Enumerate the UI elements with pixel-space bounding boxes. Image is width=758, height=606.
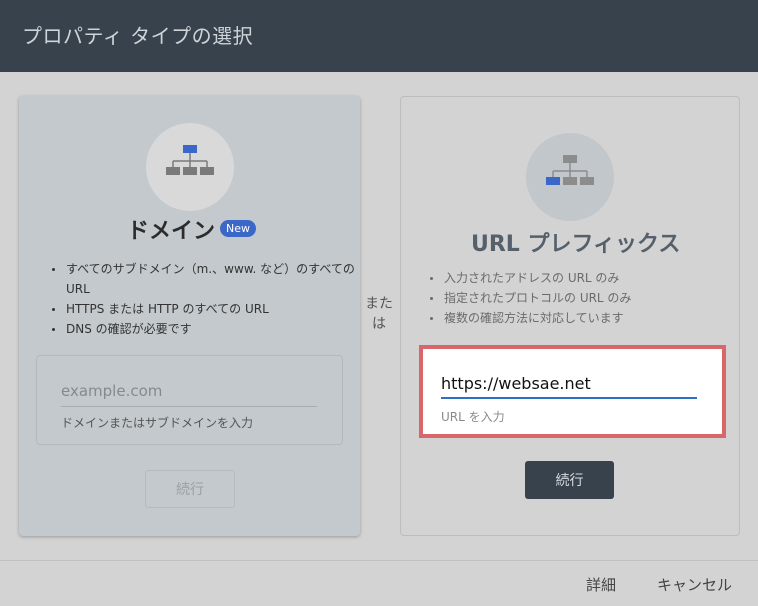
domain-card[interactable]: ドメイン New すべてのサブドメイン（m.、www. など）のすべての URL… [19, 96, 360, 536]
domain-input[interactable] [61, 378, 317, 407]
url-input-box: URL を入力 [419, 345, 726, 438]
list-item: すべてのサブドメイン（m.、www. など）のすべての URL [52, 259, 366, 299]
or-separator-line1: また [365, 296, 393, 312]
or-separator-line2: は [372, 316, 386, 332]
domain-feature-list: すべてのサブドメイン（m.、www. など）のすべての URL HTTPS また… [52, 259, 366, 339]
url-sitemap-icon [526, 133, 614, 221]
url-continue-button[interactable]: 続行 [525, 461, 614, 499]
cancel-button[interactable]: キャンセル [657, 574, 732, 595]
details-button[interactable]: 詳細 [586, 574, 616, 595]
dialog-title: プロパティ タイプの選択 [22, 24, 254, 48]
property-type-dialog: プロパティ タイプの選択 ドメイン New すべてのサブドメイン（m.、www.… [0, 0, 758, 606]
url-feature-list: 入力されたアドレスの URL のみ 指定されたプロトコルの URL のみ 複数の… [430, 268, 744, 328]
list-item: DNS の確認が必要です [52, 319, 366, 339]
domain-continue-button[interactable]: 続行 [145, 470, 235, 508]
url-input[interactable] [441, 371, 697, 399]
list-item: 指定されたプロトコルの URL のみ [430, 288, 744, 308]
url-prefix-card-title: URL プレフィックス [471, 232, 681, 257]
domain-card-title: ドメイン [127, 219, 216, 244]
dialog-header: プロパティ タイプの選択 [0, 0, 758, 72]
or-separator: また は [364, 294, 394, 334]
new-badge: New [220, 220, 256, 237]
domain-sitemap-icon [146, 123, 234, 211]
domain-input-helper: ドメインまたはサブドメインを入力 [61, 416, 254, 430]
list-item: HTTPS または HTTP のすべての URL [52, 299, 366, 319]
domain-input-box: ドメインまたはサブドメインを入力 [36, 355, 343, 445]
url-input-helper: URL を入力 [441, 410, 505, 424]
list-item: 複数の確認方法に対応しています [430, 308, 744, 328]
footer-divider [0, 560, 758, 561]
list-item: 入力されたアドレスの URL のみ [430, 268, 744, 288]
